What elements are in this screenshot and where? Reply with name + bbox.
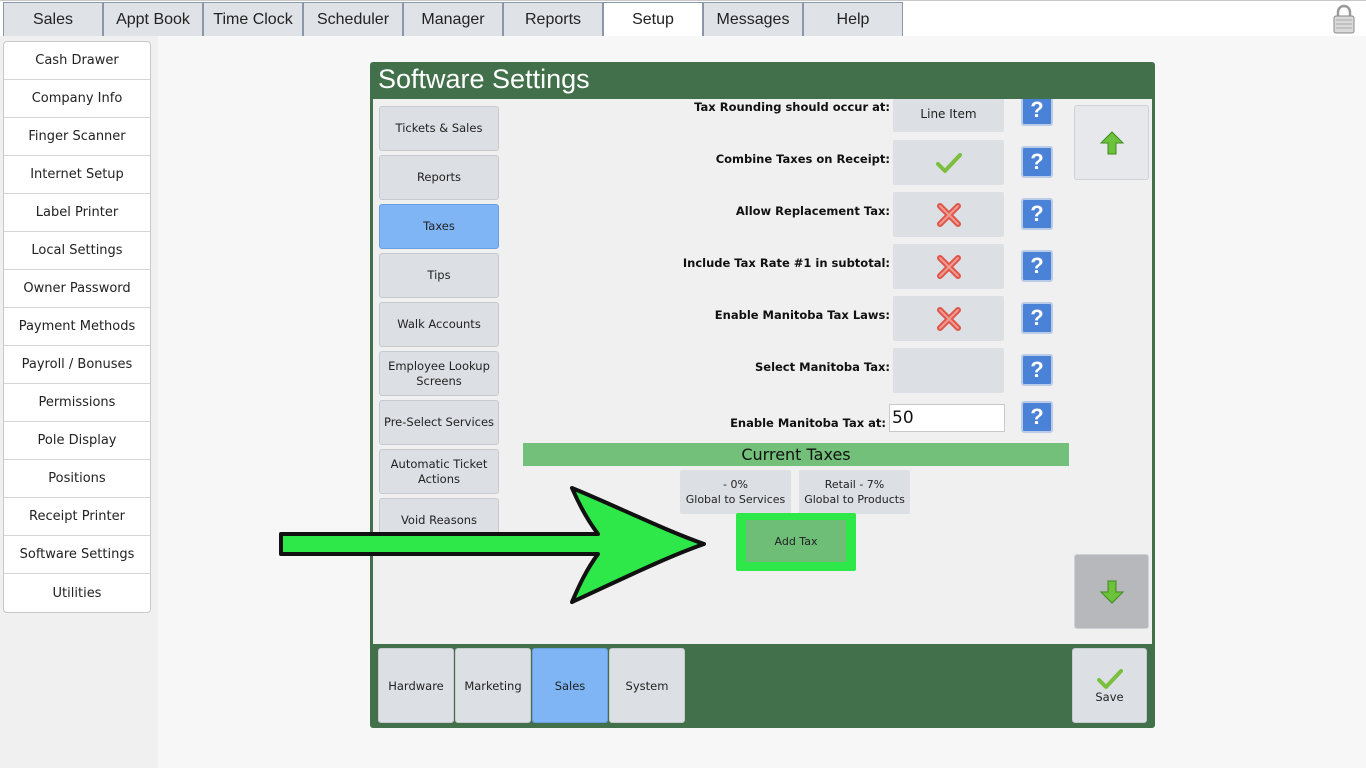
help-icon: ? <box>1030 201 1044 226</box>
sidebar-item-local-settings[interactable]: Local Settings <box>4 232 150 270</box>
setting-label-select-manitoba-tax: Select Manitoba Tax: <box>754 360 890 374</box>
help-icon: ? <box>1030 99 1044 122</box>
tab-scheduler[interactable]: Scheduler <box>303 2 403 37</box>
tab-help[interactable]: Help <box>803 2 903 37</box>
tab-time-clock[interactable]: Time Clock <box>203 2 303 37</box>
help-icon: ? <box>1030 253 1044 278</box>
tax-item-global-products[interactable]: Retail - 7% Global to Products <box>799 470 910 514</box>
save-button[interactable]: Save <box>1072 648 1147 723</box>
help-icon: ? <box>1030 305 1044 330</box>
lock-icon[interactable] <box>1332 4 1356 34</box>
tab-messages[interactable]: Messages <box>703 2 803 37</box>
help-button[interactable]: ? <box>1021 250 1053 282</box>
tax-item-rate: Retail - 7% <box>824 478 885 491</box>
sidebar-item-payment-methods[interactable]: Payment Methods <box>4 308 150 346</box>
setting-label-allow-replacement-tax: Allow Replacement Tax: <box>735 204 890 218</box>
enable-manitoba-laws-toggle[interactable] <box>893 296 1004 341</box>
checkmark-icon <box>935 152 962 173</box>
combine-taxes-toggle[interactable] <box>893 140 1004 185</box>
tab-appt-book[interactable]: Appt Book <box>103 2 203 37</box>
category-employee-lookup-screens[interactable]: Employee Lookup Screens <box>379 351 499 396</box>
sidebar-item-company-info[interactable]: Company Info <box>4 80 150 118</box>
sidebar-item-permissions[interactable]: Permissions <box>4 384 150 422</box>
bottom-tab-hardware[interactable]: Hardware <box>378 648 454 723</box>
scroll-up-button[interactable] <box>1074 105 1149 180</box>
cross-icon <box>936 202 961 227</box>
cross-icon <box>936 254 961 279</box>
software-settings-panel: Software Settings Tickets & Sales Report… <box>370 62 1155 728</box>
help-icon: ? <box>1030 149 1044 174</box>
category-reports[interactable]: Reports <box>379 155 499 200</box>
tab-reports[interactable]: Reports <box>503 2 603 37</box>
scroll-down-button[interactable] <box>1074 554 1149 629</box>
category-walk-accounts[interactable]: Walk Accounts <box>379 302 499 347</box>
help-button[interactable]: ? <box>1021 302 1053 334</box>
arrow-up-icon <box>1099 130 1124 154</box>
panel-title: Software Settings <box>378 64 590 94</box>
bottom-tab-marketing[interactable]: Marketing <box>455 648 531 723</box>
current-taxes-heading: Current Taxes <box>523 443 1069 466</box>
category-tickets-sales[interactable]: Tickets & Sales <box>379 106 499 151</box>
bottom-tab-sales[interactable]: Sales <box>532 648 608 723</box>
setting-label-tax-rounding: Tax Rounding should occur at: <box>694 100 890 114</box>
manitoba-tax-at-input[interactable]: 50 <box>889 404 1005 432</box>
arrow-down-icon <box>1099 580 1124 604</box>
help-button[interactable]: ? <box>1021 354 1053 386</box>
sidebar-item-payroll-bonuses[interactable]: Payroll / Bonuses <box>4 346 150 384</box>
tax-item-scope: Global to Products <box>804 493 905 506</box>
select-manitoba-tax-button[interactable] <box>893 348 1004 393</box>
top-nav-bar: Sales Appt Book Time Clock Scheduler Man… <box>0 0 1366 37</box>
bottom-tab-system[interactable]: System <box>609 648 685 723</box>
cross-icon <box>936 306 961 331</box>
help-icon: ? <box>1030 357 1044 382</box>
help-icon: ? <box>1030 404 1044 429</box>
annotation-arrow-icon <box>279 486 706 604</box>
sidebar-item-label-printer[interactable]: Label Printer <box>4 194 150 232</box>
tab-setup[interactable]: Setup <box>603 2 703 37</box>
checkmark-icon <box>1096 668 1123 689</box>
category-pre-select-services[interactable]: Pre-Select Services <box>379 400 499 445</box>
allow-replacement-tax-toggle[interactable] <box>893 192 1004 237</box>
category-tips[interactable]: Tips <box>379 253 499 298</box>
tab-manager[interactable]: Manager <box>403 2 503 37</box>
setting-label-enable-manitoba-tax-at: Enable Manitoba Tax at: <box>730 416 886 430</box>
sidebar-item-internet-setup[interactable]: Internet Setup <box>4 156 150 194</box>
help-button[interactable]: ? <box>1021 198 1053 230</box>
sidebar-item-software-settings[interactable]: Software Settings <box>4 536 150 574</box>
sidebar-item-pole-display[interactable]: Pole Display <box>4 422 150 460</box>
category-taxes[interactable]: Taxes <box>379 204 499 249</box>
setting-label-enable-manitoba-laws: Enable Manitoba Tax Laws: <box>714 308 890 322</box>
tax-rounding-value[interactable]: Line Item <box>893 99 1004 132</box>
sidebar-item-positions[interactable]: Positions <box>4 460 150 498</box>
add-tax-highlight: Add Tax <box>736 513 856 571</box>
sidebar-item-utilities[interactable]: Utilities <box>4 574 150 612</box>
sidebar-item-finger-scanner[interactable]: Finger Scanner <box>4 118 150 156</box>
sidebar-item-cash-drawer[interactable]: Cash Drawer <box>4 42 150 80</box>
help-button[interactable]: ? <box>1021 99 1053 126</box>
sidebar-item-receipt-printer[interactable]: Receipt Printer <box>4 498 150 536</box>
setting-label-include-tax-rate-1: Include Tax Rate #1 in subtotal: <box>682 256 890 270</box>
save-label: Save <box>1095 689 1124 704</box>
add-tax-button[interactable]: Add Tax <box>746 520 846 562</box>
include-tax-rate-toggle[interactable] <box>893 244 1004 289</box>
help-button[interactable]: ? <box>1021 146 1053 178</box>
sidebar-item-owner-password[interactable]: Owner Password <box>4 270 150 308</box>
tab-sales[interactable]: Sales <box>3 2 103 37</box>
tax-item-rate: - 0% <box>723 478 748 491</box>
help-button[interactable]: ? <box>1021 401 1053 433</box>
setting-label-combine-taxes: Combine Taxes on Receipt: <box>715 152 890 166</box>
setup-sidebar: Cash Drawer Company Info Finger Scanner … <box>3 41 151 613</box>
